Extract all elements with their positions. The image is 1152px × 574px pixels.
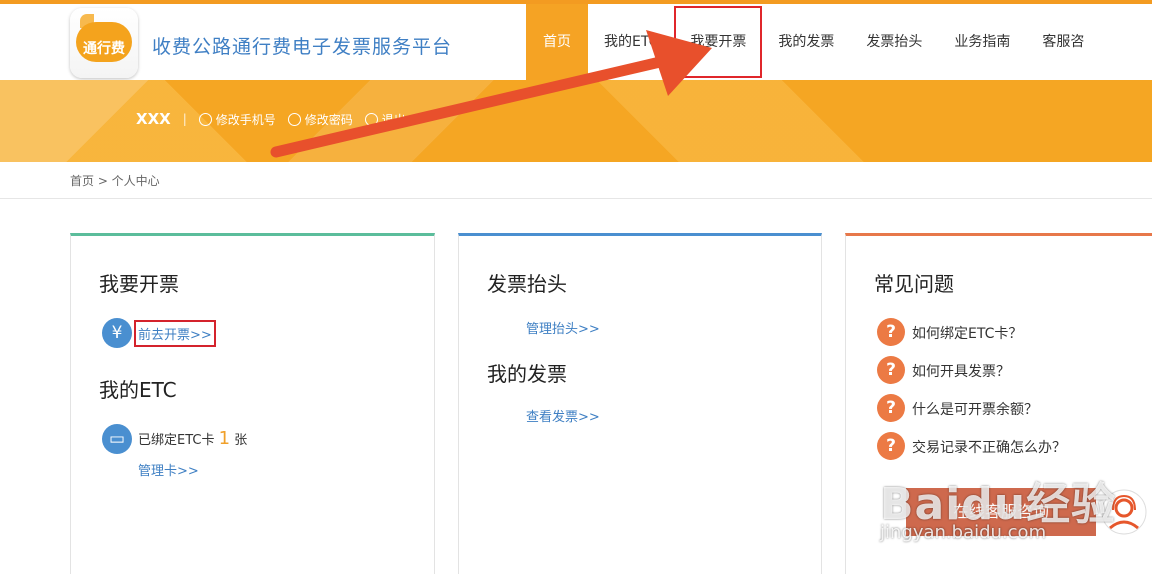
panel-title-faq: 常见问题: [874, 272, 954, 296]
yen-icon: ¥: [102, 318, 132, 348]
nav-my-invoices[interactable]: 我的发票: [762, 4, 850, 80]
user-info-bar: XXX | 修改手机号 修改密码 退出: [136, 110, 418, 128]
etc-count: 1: [218, 428, 231, 449]
change-phone-link[interactable]: 修改手机号: [198, 111, 276, 128]
manage-title-link[interactable]: 管理抬头>>: [526, 318, 600, 337]
logo-text: 通行费: [83, 41, 125, 57]
faq-item-bind-etc[interactable]: 如何绑定ETC卡？: [912, 323, 1022, 343]
etc-unit: 张: [234, 433, 248, 448]
nav-my-etc[interactable]: 我的ETC: [588, 4, 674, 80]
nav-request-invoice[interactable]: 我要开票: [674, 6, 763, 78]
change-password-label: 修改密码: [304, 112, 353, 127]
breadcrumb-divider: [0, 198, 1152, 199]
nav-business-guide[interactable]: 业务指南: [938, 4, 1026, 80]
go-invoice-link[interactable]: 前去开票>>: [134, 320, 216, 347]
main-nav: 首页 我的ETC 我要开票 我的发票 发票抬头 业务指南 客服咨: [526, 4, 1100, 80]
change-password-link[interactable]: 修改密码: [287, 111, 353, 128]
logout-icon: [364, 112, 378, 126]
nav-invoice-title[interactable]: 发票抬头: [850, 4, 938, 80]
panel-title-my-etc: 我的ETC: [99, 378, 177, 402]
site-title: 收费公路通行费电子发票服务平台: [152, 36, 453, 58]
etc-bound-text: 已绑定ETC卡 1 张: [138, 428, 247, 449]
question-icon: ?: [877, 318, 905, 346]
view-invoice-link[interactable]: 查看发票>>: [526, 406, 600, 425]
question-icon: ?: [877, 394, 905, 422]
panel-invoice-title: 发票抬头 管理抬头>> 我的发票 查看发票>>: [458, 233, 822, 574]
logout-link[interactable]: 退出: [364, 111, 406, 128]
faq-item-invoice-balance[interactable]: 什么是可开票余额？: [912, 399, 1038, 419]
nav-customer-service[interactable]: 客服咨: [1026, 4, 1100, 80]
change-phone-label: 修改手机号: [215, 112, 276, 127]
etc-card-icon: ▭: [102, 424, 132, 454]
nav-home[interactable]: 首页: [526, 4, 588, 80]
user-separator: |: [182, 112, 187, 126]
lock-icon: [287, 112, 301, 126]
logout-label: 退出: [381, 112, 406, 127]
question-icon: ?: [877, 432, 905, 460]
breadcrumb: 首页 > 个人中心: [70, 174, 160, 188]
panel-title-my-invoices: 我的发票: [487, 362, 567, 386]
user-icon: [198, 112, 212, 126]
user-name: XXX: [136, 110, 171, 128]
etc-bound-label: 已绑定ETC卡: [138, 433, 215, 448]
manage-card-link[interactable]: 管理卡>>: [138, 460, 199, 479]
panel-request-invoice: 我要开票 ¥ 前去开票>> 我的ETC ▭ 已绑定ETC卡 1 张 管理卡>>: [70, 233, 435, 574]
faq-item-wrong-record[interactable]: 交易记录不正确怎么办？: [912, 437, 1066, 457]
site-logo[interactable]: 通行费: [70, 8, 138, 78]
panel-title-request-invoice: 我要开票: [99, 272, 179, 296]
faq-item-issue-invoice[interactable]: 如何开具发票？: [912, 361, 1010, 381]
panel-title-invoice-title: 发票抬头: [487, 272, 567, 296]
baidu-watermark-url: jingyan.baidu.com: [880, 522, 1047, 543]
question-icon: ?: [877, 356, 905, 384]
